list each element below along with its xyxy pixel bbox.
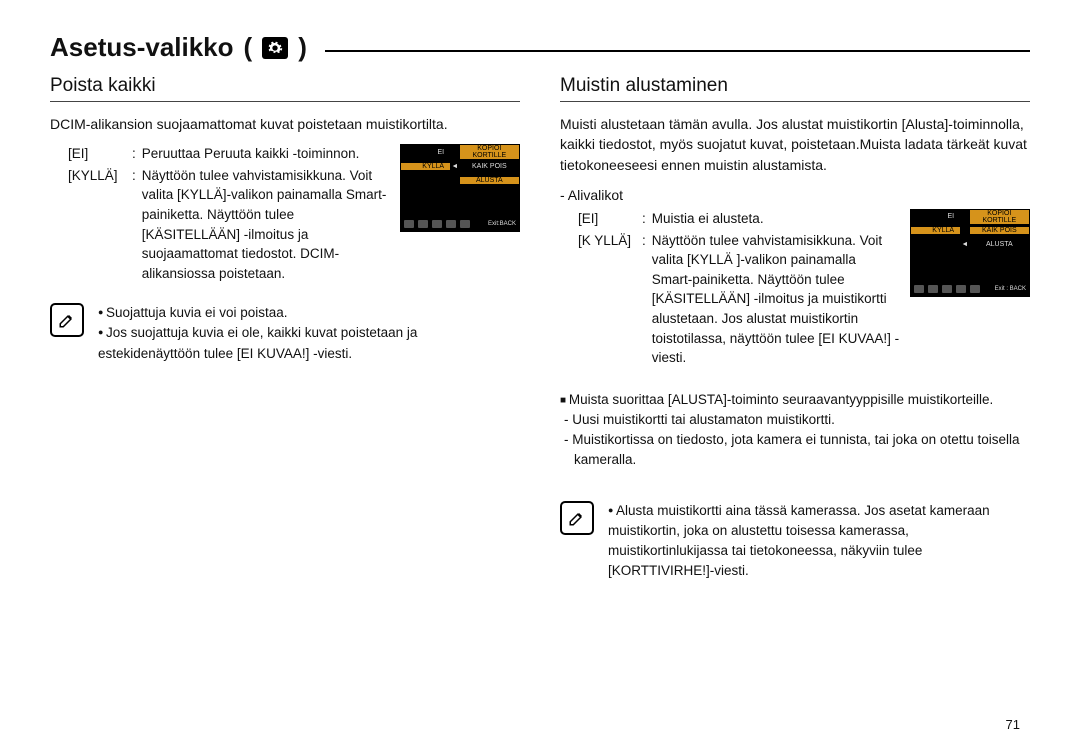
lcd-footer-icon bbox=[404, 220, 414, 228]
lcd-footer-text: Exit:BACK bbox=[488, 221, 516, 227]
lcd-row: ALUSTA bbox=[401, 173, 519, 187]
lcd-footer-icon bbox=[460, 220, 470, 228]
lcd-right-cell: KOPIOI KORTILLE bbox=[970, 210, 1029, 224]
lcd-left-cell: KYLLÄ bbox=[911, 227, 960, 234]
option-val: Muistia ei alusteta. bbox=[652, 209, 900, 229]
right-intro: Muisti alustetaan tämän avulla. Jos alus… bbox=[560, 114, 1030, 175]
lcd-footer-icon bbox=[432, 220, 442, 228]
lcd-row: EI KOPIOI KORTILLE bbox=[911, 210, 1029, 224]
option-val: Näyttöön tulee vahvistamisikkuna. Voit v… bbox=[652, 231, 900, 368]
option-key: [EI] bbox=[578, 209, 636, 229]
pencil-note-icon bbox=[560, 501, 594, 535]
option-sep: : bbox=[132, 166, 136, 186]
right-options: [EI] : Muistia ei alusteta. [K YLLÄ] : N… bbox=[578, 209, 900, 368]
right-note-box: Alusta muistikortti aina tässä kamerassa… bbox=[560, 501, 1030, 582]
lcd-footer-icon bbox=[446, 220, 456, 228]
two-column-layout: Poista kaikki DCIM-alikansion suojaamatt… bbox=[50, 75, 1030, 582]
option-sep: : bbox=[132, 144, 136, 164]
page-title: Asetus-valikko bbox=[50, 32, 234, 63]
option-sep: : bbox=[642, 231, 646, 251]
option-key: [EI] bbox=[68, 144, 126, 164]
list-item: Uusi muistikortti tai alustamaton muisti… bbox=[560, 410, 1030, 430]
right-column: Muistin alustaminen Muisti alustetaan tä… bbox=[560, 75, 1030, 582]
left-options-block: [EI] : Peruuttaa Peruuta kaikki -toiminn… bbox=[50, 144, 520, 283]
option-row: [EI] : Muistia ei alusteta. bbox=[578, 209, 900, 229]
paren-close: ) bbox=[298, 32, 307, 63]
right-note-list: Alusta muistikortti aina tässä kamerassa… bbox=[608, 501, 1030, 582]
lcd-left-cell: EI bbox=[401, 149, 450, 156]
lcd-arrow-icon: ◄ bbox=[450, 163, 460, 170]
title-rule bbox=[325, 50, 1030, 52]
gear-cog-icon bbox=[262, 37, 288, 59]
manual-page: Asetus-valikko ( ) Poista kaikki DCIM-al… bbox=[0, 0, 1080, 746]
lcd-arrow-icon: ◄ bbox=[960, 241, 970, 248]
option-row: [EI] : Peruuttaa Peruuta kaikki -toiminn… bbox=[68, 144, 390, 164]
lcd-footer-icon bbox=[914, 285, 924, 293]
pencil-note-icon bbox=[50, 303, 84, 337]
lcd-row: ◄ ALUSTA bbox=[911, 238, 1029, 252]
camera-lcd-left: EI KOPIOI KORTILLE KYLLÄ ◄ KAIK POIS ALU… bbox=[400, 144, 520, 232]
lcd-left-cell: EI bbox=[911, 213, 960, 220]
lcd-footer-icon bbox=[956, 285, 966, 293]
option-val: Näyttöön tulee vahvistamisikkuna. Voit v… bbox=[142, 166, 390, 283]
option-row: [KYLLÄ] : Näyttöön tulee vahvistamisikku… bbox=[68, 166, 390, 283]
list-item: Muista suorittaa [ALUSTA]-toiminto seura… bbox=[560, 390, 1030, 410]
page-number: 71 bbox=[1006, 717, 1020, 732]
lcd-right-cell: KAIK POIS bbox=[460, 163, 519, 170]
left-options: [EI] : Peruuttaa Peruuta kaikki -toiminn… bbox=[68, 144, 390, 283]
lcd-footer-text: Exit : BACK bbox=[995, 286, 1026, 292]
list-item: Jos suojattuja kuvia ei ole, kaikki kuva… bbox=[98, 323, 520, 364]
lcd-right-cell: KAIK POIS bbox=[970, 227, 1029, 234]
lcd-footer-icon bbox=[418, 220, 428, 228]
right-sublabel: - Alivalikot bbox=[560, 185, 900, 205]
lcd-spacer bbox=[911, 252, 1029, 282]
lcd-right-cell: ALUSTA bbox=[970, 241, 1029, 248]
lcd-footer-icon bbox=[928, 285, 938, 293]
left-rule bbox=[50, 101, 520, 102]
left-note-box: Suojattuja kuvia ei voi poistaa. Jos suo… bbox=[50, 303, 520, 364]
lcd-right-cell: KOPIOI KORTILLE bbox=[460, 145, 519, 159]
lcd-row: EI KOPIOI KORTILLE bbox=[401, 145, 519, 159]
option-row: [K YLLÄ] : Näyttöön tulee vahvistamisikk… bbox=[578, 231, 900, 368]
lcd-right-cell: ALUSTA bbox=[460, 177, 519, 184]
option-sep: : bbox=[642, 209, 646, 229]
left-heading: Poista kaikki bbox=[50, 75, 520, 97]
right-heading: Muistin alustaminen bbox=[560, 75, 1030, 97]
list-item: Suojattuja kuvia ei voi poistaa. bbox=[98, 303, 520, 323]
option-key: [KYLLÄ] bbox=[68, 166, 126, 186]
page-title-row: Asetus-valikko ( ) bbox=[50, 32, 1030, 63]
lcd-left-cell: KYLLÄ bbox=[401, 163, 450, 170]
lcd-footer-icon bbox=[942, 285, 952, 293]
lcd-row: KYLLÄ KAIK POIS bbox=[911, 224, 1029, 238]
right-options-block: - Alivalikot [EI] : Muistia ei alusteta.… bbox=[560, 185, 1030, 368]
lcd-footer-icon bbox=[970, 285, 980, 293]
paren-open: ( bbox=[244, 32, 253, 63]
left-column: Poista kaikki DCIM-alikansion suojaamatt… bbox=[50, 75, 520, 582]
lcd-spacer bbox=[401, 187, 519, 217]
right-rule bbox=[560, 101, 1030, 102]
lcd-footer: Exit : BACK bbox=[911, 282, 1029, 296]
lcd-footer: Exit:BACK bbox=[401, 217, 519, 231]
left-note-list: Suojattuja kuvia ei voi poistaa. Jos suo… bbox=[98, 303, 520, 364]
option-key: [K YLLÄ] bbox=[578, 231, 636, 251]
camera-lcd-right: EI KOPIOI KORTILLE KYLLÄ KAIK POIS ◄ ALU… bbox=[910, 209, 1030, 297]
left-intro: DCIM-alikansion suojaamattomat kuvat poi… bbox=[50, 114, 520, 134]
list-item: Alusta muistikortti aina tässä kamerassa… bbox=[608, 501, 1030, 582]
lcd-row: KYLLÄ ◄ KAIK POIS bbox=[401, 159, 519, 173]
list-item: Muistikortissa on tiedosto, jota kamera … bbox=[560, 430, 1030, 471]
right-square-notes: Muista suorittaa [ALUSTA]-toiminto seura… bbox=[560, 390, 1030, 471]
option-val: Peruuttaa Peruuta kaikki -toiminnon. bbox=[142, 144, 390, 164]
